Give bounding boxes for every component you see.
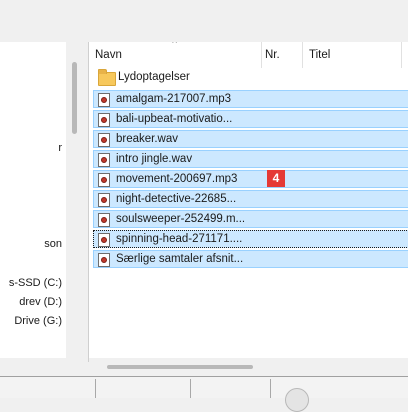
file-name: intro jingle.wav	[116, 153, 193, 165]
horizontal-scroll-thumb[interactable]	[107, 365, 253, 369]
nav-item-partial-1[interactable]: r	[58, 142, 62, 154]
column-divider[interactable]	[401, 42, 402, 68]
folder-name: Lydoptagelser	[118, 71, 190, 83]
settings-icon[interactable]	[285, 388, 309, 412]
column-header-number[interactable]: Nr.	[265, 49, 280, 61]
navigation-pane[interactable]: r son s-SSD (C:) drev (D:) Drive (G:)	[0, 42, 67, 358]
audio-file-icon	[98, 133, 110, 147]
audio-file-icon	[98, 173, 110, 187]
horizontal-scrollbar[interactable]	[89, 358, 408, 376]
nav-scroll-thumb[interactable]	[72, 62, 77, 134]
audio-file-icon	[98, 233, 110, 247]
audio-file-icon	[98, 193, 110, 207]
column-divider[interactable]	[261, 42, 262, 68]
file-name: breaker.wav	[116, 133, 179, 145]
file-row[interactable]: breaker.wav	[93, 130, 408, 148]
file-row[interactable]: intro jingle.wav	[93, 150, 408, 168]
file-row[interactable]: night-detective-22685...	[93, 190, 408, 208]
file-row[interactable]: bali-upbeat-motivatio...	[93, 110, 408, 128]
folder-icon	[98, 69, 116, 86]
file-name: Særlige samtaler afsnit...	[116, 253, 244, 265]
file-name: night-detective-22685...	[116, 193, 237, 205]
bottom-bar-divider	[95, 379, 96, 398]
file-row[interactable]: Særlige samtaler afsnit...	[93, 250, 408, 268]
file-name: amalgam-217007.mp3	[116, 93, 232, 105]
bottom-bar-divider	[270, 379, 271, 398]
column-header: ⌃ Navn Nr. Titel	[89, 42, 408, 68]
nav-item-drive-g[interactable]: Drive (G:)	[14, 315, 62, 327]
nav-scrollbar[interactable]	[66, 42, 86, 358]
file-name: soulsweeper-252499.m...	[116, 213, 246, 225]
folder-row[interactable]: Lydoptagelser	[96, 69, 396, 88]
file-row[interactable]: soulsweeper-252499.m...	[93, 210, 408, 228]
audio-file-icon	[98, 213, 110, 227]
file-name: bali-upbeat-motivatio...	[116, 113, 233, 125]
audio-file-icon	[98, 113, 110, 127]
file-list[interactable]: ⌃ Navn Nr. Titel Lydoptagelser amalgam-2…	[88, 42, 408, 362]
nav-item-drive-d[interactable]: drev (D:)	[19, 296, 62, 308]
nav-item-ssd-c[interactable]: s-SSD (C:)	[9, 277, 62, 289]
file-row-focused[interactable]: spinning-head-271171....	[93, 230, 408, 248]
file-row[interactable]: movement-200697.mp3	[93, 170, 408, 188]
file-name: spinning-head-271171....	[116, 233, 243, 245]
step-number-badge: 4	[267, 170, 285, 187]
file-name: movement-200697.mp3	[116, 173, 238, 185]
file-row[interactable]: amalgam-217007.mp3	[93, 90, 408, 108]
audio-file-icon	[98, 153, 110, 167]
nav-item-partial-2[interactable]: son	[44, 238, 62, 250]
column-divider[interactable]	[302, 42, 303, 68]
column-header-title[interactable]: Titel	[309, 49, 330, 61]
bottom-bar-divider	[190, 379, 191, 398]
bottom-bar	[0, 376, 408, 398]
sort-ascending-icon: ⌃	[170, 42, 180, 51]
column-header-name[interactable]: Navn	[95, 49, 122, 61]
audio-file-icon	[98, 93, 110, 107]
audio-file-icon	[98, 253, 110, 267]
